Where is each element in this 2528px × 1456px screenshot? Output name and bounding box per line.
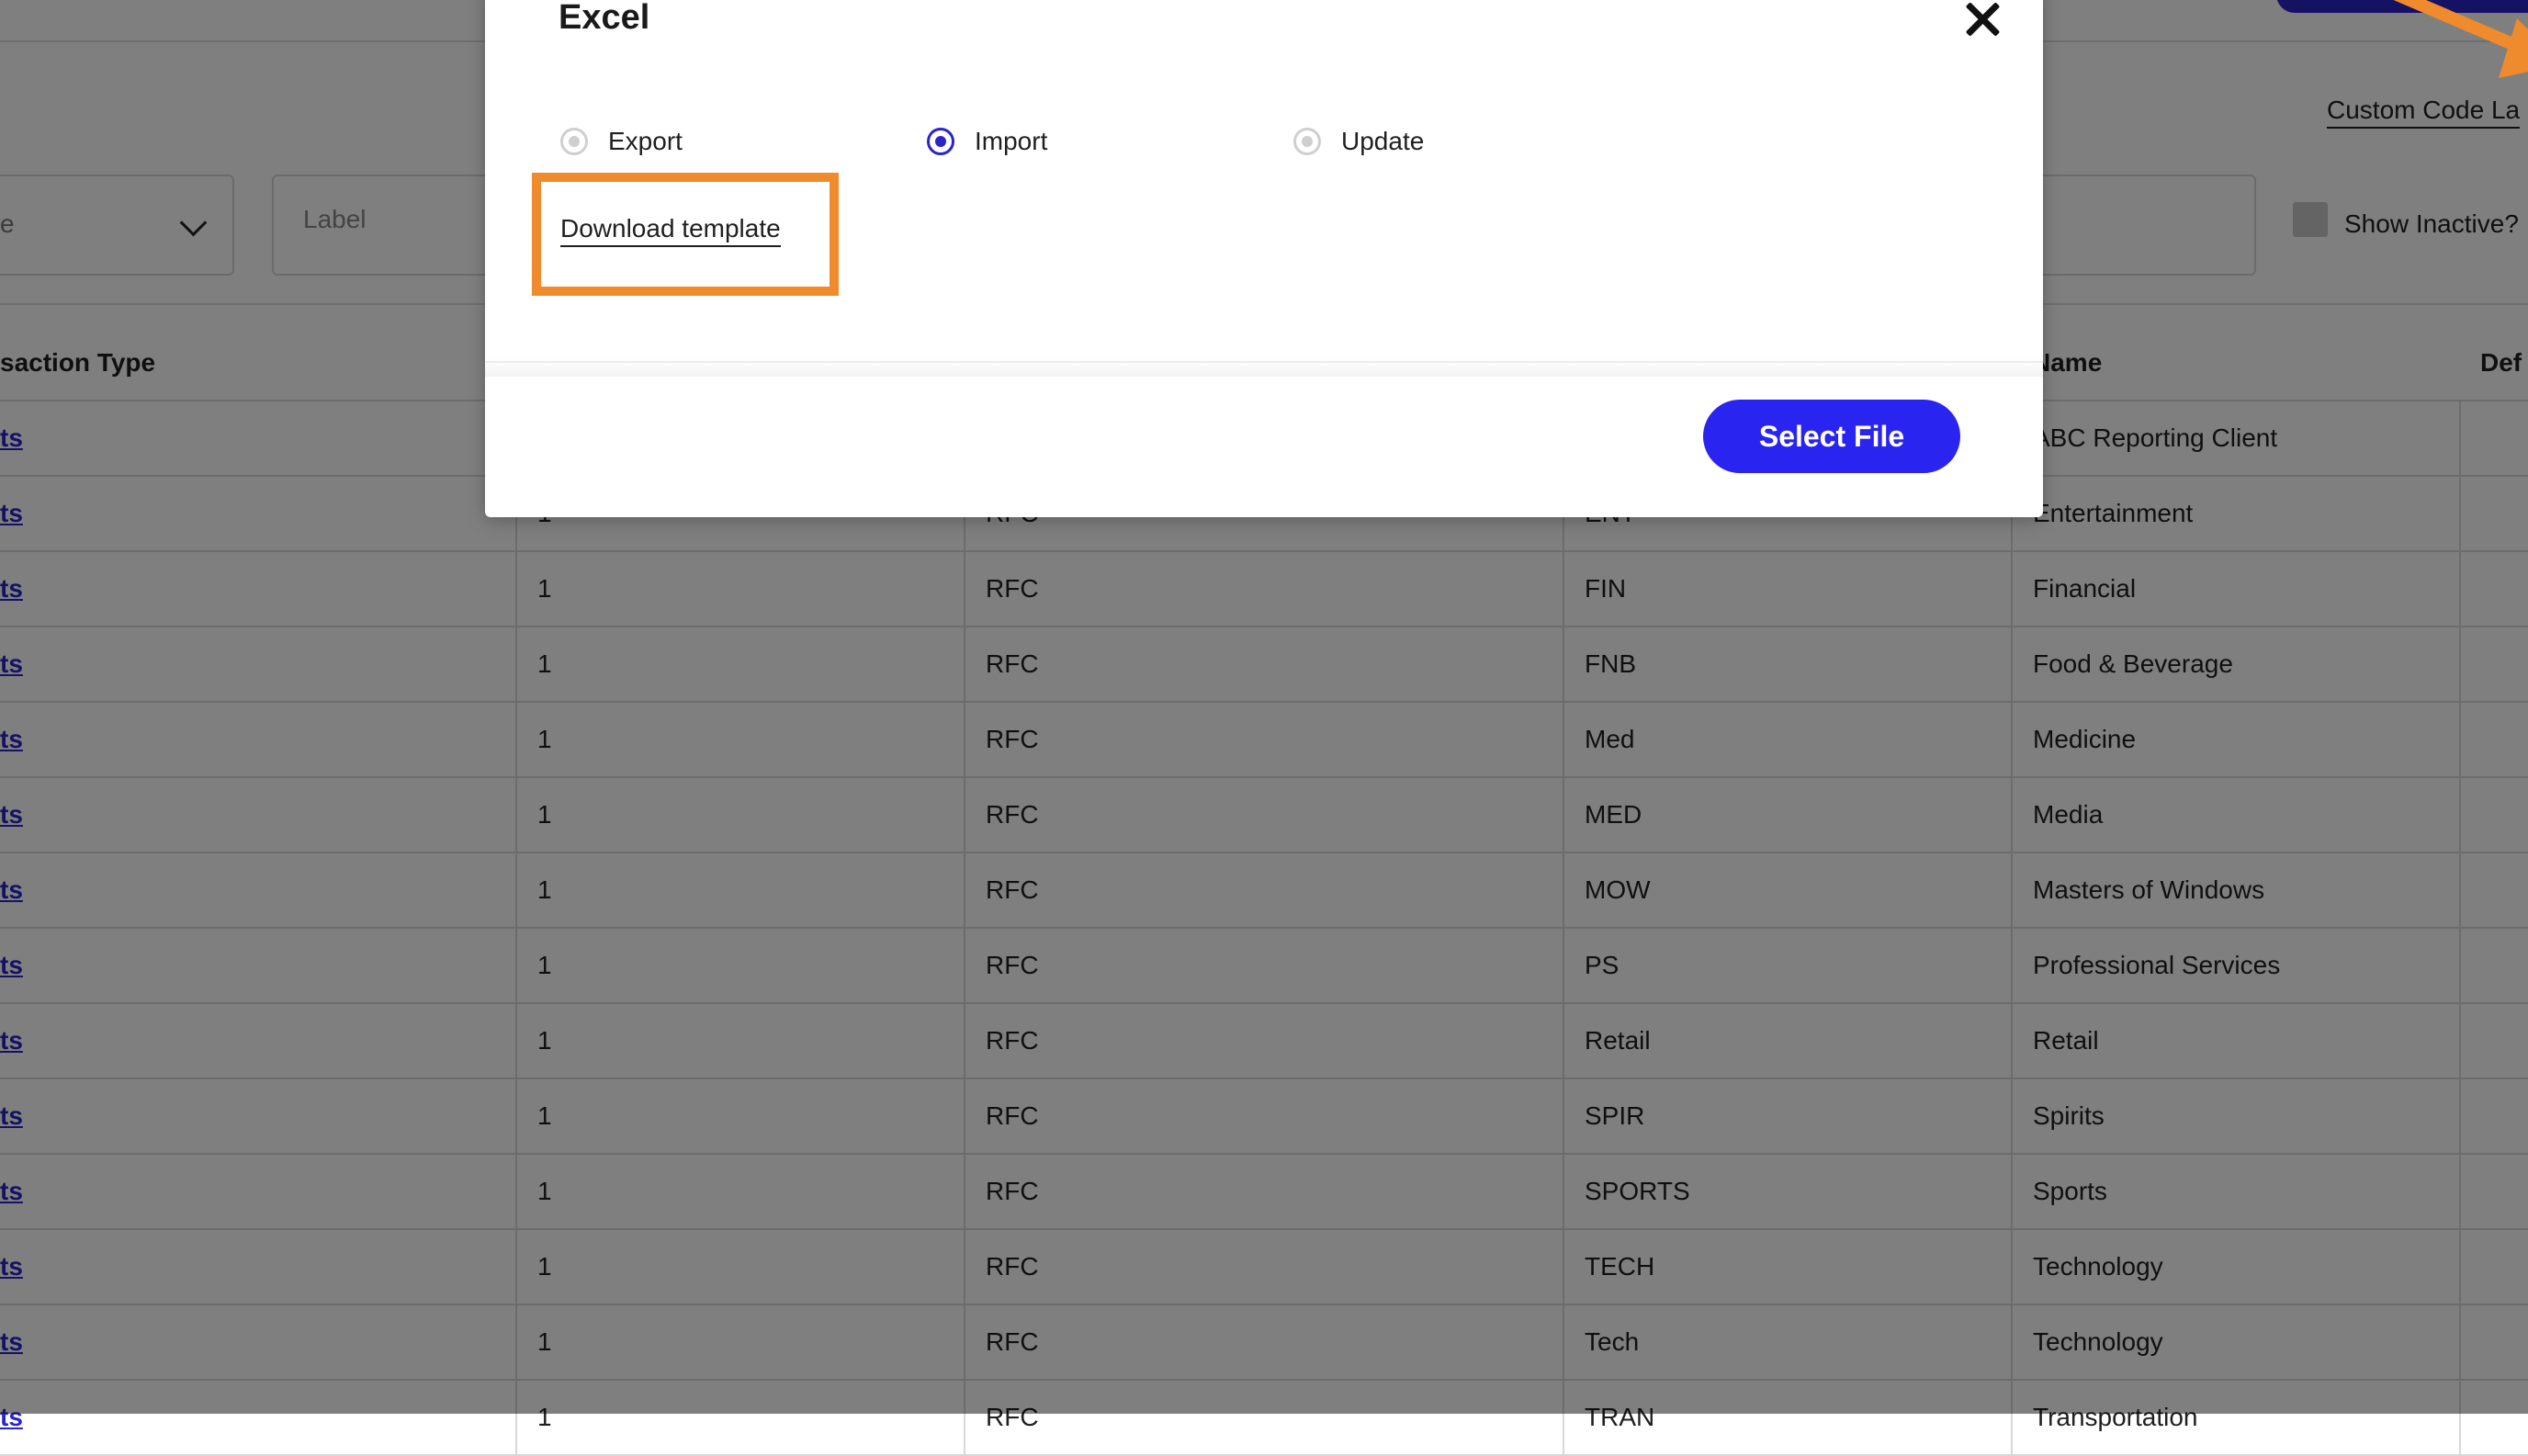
annotation-arrow bbox=[2393, 0, 2528, 78]
modal-footer-divider bbox=[485, 361, 2043, 363]
radio-circle[interactable] bbox=[927, 128, 954, 155]
excel-modal: Excel Export Import Update Download temp… bbox=[485, 0, 2043, 517]
radio-label: Export bbox=[608, 127, 683, 155]
radio-label: Import bbox=[975, 127, 1048, 155]
radio-update[interactable]: Update bbox=[1293, 127, 1424, 156]
modal-title: Excel bbox=[559, 0, 650, 37]
select-file-button[interactable]: Select File bbox=[1703, 400, 1960, 473]
download-template-link[interactable]: Download template bbox=[560, 214, 781, 247]
radio-circle[interactable] bbox=[560, 128, 588, 155]
radio-export[interactable]: Export bbox=[560, 127, 683, 156]
radio-label: Update bbox=[1341, 127, 1425, 155]
radio-import[interactable]: Import bbox=[927, 127, 1047, 156]
close-icon[interactable] bbox=[1959, 0, 2005, 42]
radio-circle[interactable] bbox=[1293, 128, 1321, 155]
